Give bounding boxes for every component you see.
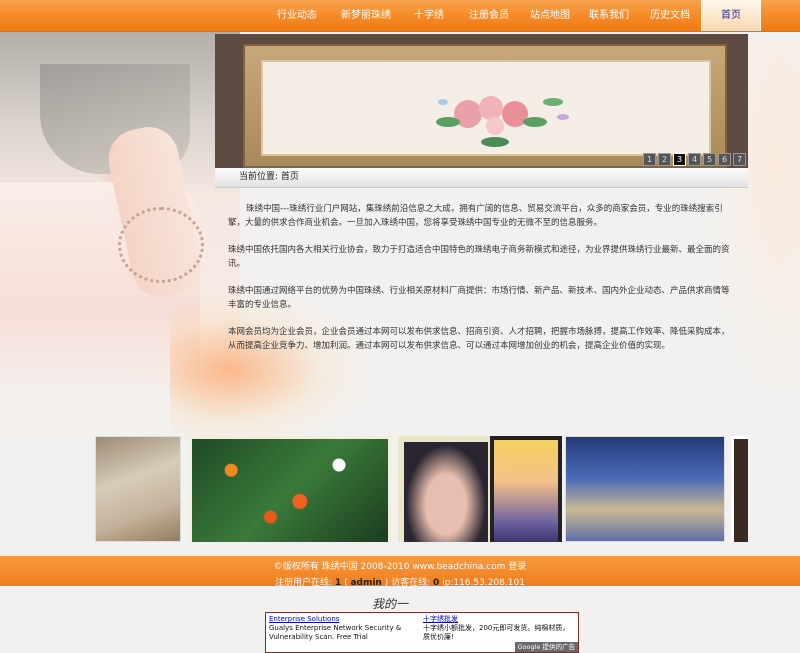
gallery-thumb-woman-flowers[interactable] (490, 436, 562, 542)
footer-copyright-line: ©版权所有 珠绣中国 2008-2010 www.beadchina.com 登… (0, 559, 800, 572)
embroidery-canvas (261, 60, 711, 156)
ad-right[interactable]: 十字绣批发 十字绣小额批发，200元即可发货。纯棉材质，质优价廉! (423, 615, 573, 642)
rose-embroidery-icon (436, 96, 569, 147)
copyright-text: ©版权所有 珠绣中国 2008-2010 www.beadchina.com (273, 562, 506, 572)
nav-history-docs[interactable]: 历史文档 (639, 0, 701, 31)
intro-paragraph-4: 本网会员均为企业会员，企业会员通过本网可以发布供求信息、招商引资、人才招聘，把握… (228, 327, 730, 351)
visitor-ip: ip:116.53.208.101 (439, 578, 525, 588)
ad-left[interactable]: Enterprise Solutions Gualys Enterprise N… (269, 615, 419, 642)
gallery-thumb-clouds[interactable] (565, 436, 725, 542)
guests-label: 访客在线: (388, 578, 433, 588)
gallery-thumb-hands[interactable] (398, 436, 494, 542)
pager-button[interactable]: 7 (733, 153, 746, 166)
intro-paragraph-2: 珠绣中国依托国内各大相关行业协会，致力于打造适合中国特色的珠绣电子商务新模式和途… (228, 245, 730, 269)
intro-paragraph-3: 珠绣中国通过网络平台的优势为中国珠绣、行业相关原材料厂商提供：市场行情、新产品、… (228, 286, 730, 310)
pager-button[interactable]: 5 (703, 153, 716, 166)
gallery-thumb-partial[interactable] (731, 436, 748, 542)
intro-content: 珠绣中国---珠绣行业门户网站，集珠绣前沿信息之大成，拥有广阔的信息、贸易交流平… (228, 202, 734, 366)
breadcrumb: 当前位置: 首页 (239, 172, 299, 182)
framed-embroidery-image (243, 44, 727, 168)
nav-contact-us[interactable]: 联系我们 (579, 0, 639, 31)
pager-button[interactable]: 4 (688, 153, 701, 166)
nav-home[interactable]: 首页 (701, 0, 761, 31)
google-ad-box[interactable]: Enterprise Solutions Gualys Enterprise N… (265, 612, 579, 653)
ad-right-body: 十字绣小额批发，200元即可发货。纯棉材质，质优价廉! (423, 624, 570, 641)
bracelet-graphic (118, 207, 204, 283)
handwritten-logo: 我的一 (372, 597, 409, 611)
pager-button[interactable]: 1 (643, 153, 656, 166)
gallery-thumb-lady-painting[interactable] (95, 436, 181, 542)
pager-button[interactable]: 6 (718, 153, 731, 166)
nav-industry-news[interactable]: 行业动态 (263, 0, 331, 31)
banner-pager: 1 2 3 4 5 6 7 (643, 153, 746, 166)
footer-bar: ©版权所有 珠绣中国 2008-2010 www.beadchina.com 登… (0, 556, 800, 588)
footer-online-line: 注册用户在线: 1 ( admin ) 访客在线: 0 ip:116.53.20… (0, 575, 800, 588)
banner-slideshow[interactable]: 1 2 3 4 5 6 7 (215, 34, 748, 168)
online-admin-user[interactable]: admin (350, 578, 381, 588)
nav-cross-stitch[interactable]: 十字绣 (401, 0, 457, 31)
main-nav: 行业动态 新梦丽珠绣 十字绣 注册会员 站点地图 联系我们 历史文档 首页 (263, 0, 761, 31)
ad-left-body: Gualys Enterprise Network Security & Vul… (269, 624, 402, 641)
nav-register-member[interactable]: 注册会员 (457, 0, 521, 31)
header-bar: 行业动态 新梦丽珠绣 十字绣 注册会员 站点地图 联系我们 历史文档 首页 (0, 0, 800, 32)
breadcrumb-bar: 当前位置: 首页 (215, 168, 748, 188)
nav-site-map[interactable]: 站点地图 (521, 0, 579, 31)
ad-right-title[interactable]: 十字绣批发 (423, 615, 573, 624)
intro-paragraph-1: 珠绣中国---珠绣行业门户网站，集珠绣前沿信息之大成，拥有广阔的信息、贸易交流平… (228, 204, 723, 228)
product-gallery (95, 436, 748, 542)
ad-left-title[interactable]: Enterprise Solutions (269, 615, 419, 624)
nav-xinmengli-beadwork[interactable]: 新梦丽珠绣 (331, 0, 401, 31)
pager-button-active[interactable]: 3 (673, 153, 686, 166)
online-users-label: 注册用户在线: (275, 578, 335, 588)
gallery-thumb-koi-fish[interactable] (189, 436, 391, 542)
pager-button[interactable]: 2 (658, 153, 671, 166)
login-link[interactable]: 登录 (508, 562, 526, 572)
